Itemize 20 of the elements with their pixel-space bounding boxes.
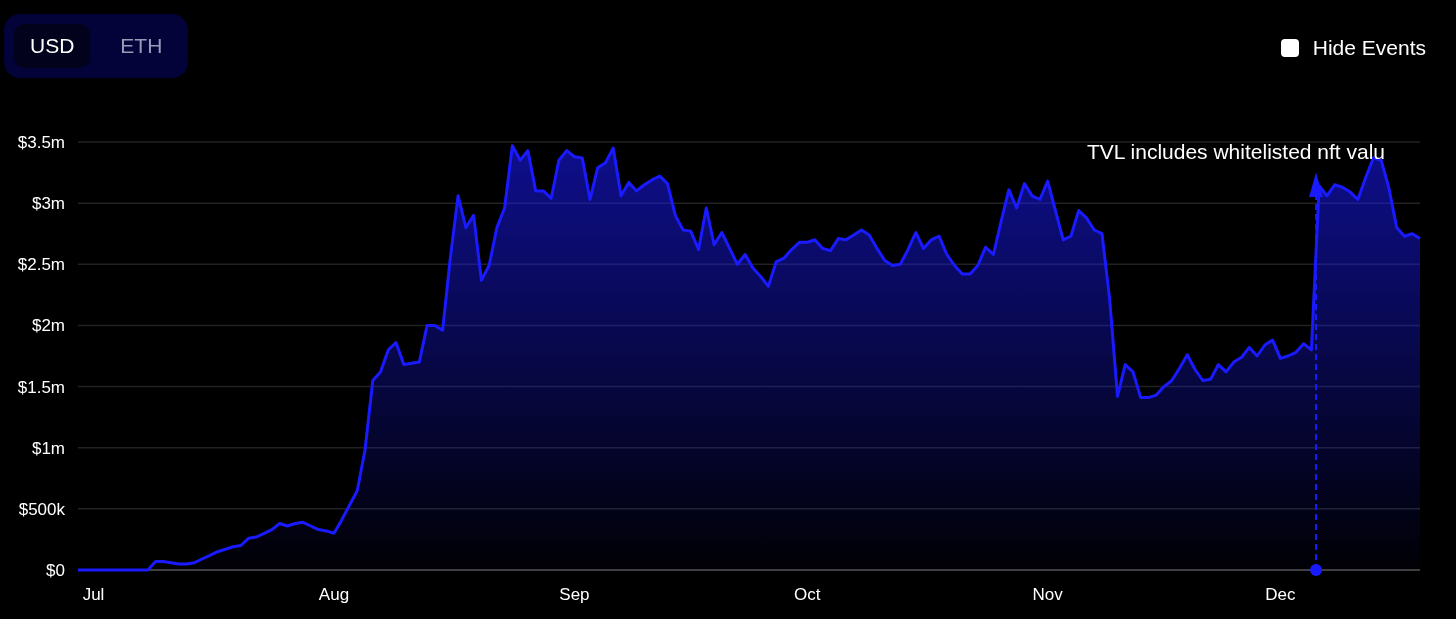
y-axis-label: $0 [46, 561, 65, 580]
event-label: TVL includes whitelisted nft valu [1087, 140, 1386, 163]
x-axis-label: Aug [318, 585, 350, 604]
y-axis-label: $500k [18, 499, 65, 519]
currency-tab[interactable]: USD [14, 24, 91, 68]
y-axis-label: $3.5m [17, 133, 65, 152]
x-axis-label: Oct [793, 585, 821, 604]
checkbox[interactable] [1280, 39, 1299, 57]
x-axis-label: Sep [559, 585, 590, 604]
y-axis-label: $3m [31, 194, 65, 214]
checkbox-label: Hide Events [1312, 36, 1426, 60]
x-axis-label: Dec [1265, 585, 1296, 604]
currency-tab[interactable]: ETH [104, 24, 179, 68]
y-axis-label: $2.5m [17, 255, 65, 275]
x-axis-label: Nov [1032, 585, 1063, 604]
y-axis-label: $1m [31, 438, 65, 458]
y-axis-label: $2m [31, 316, 65, 336]
y-axis-label: $1.5m [17, 377, 65, 397]
event-marker[interactable] [1309, 172, 1324, 576]
x-axis-label: Jul [82, 585, 105, 604]
